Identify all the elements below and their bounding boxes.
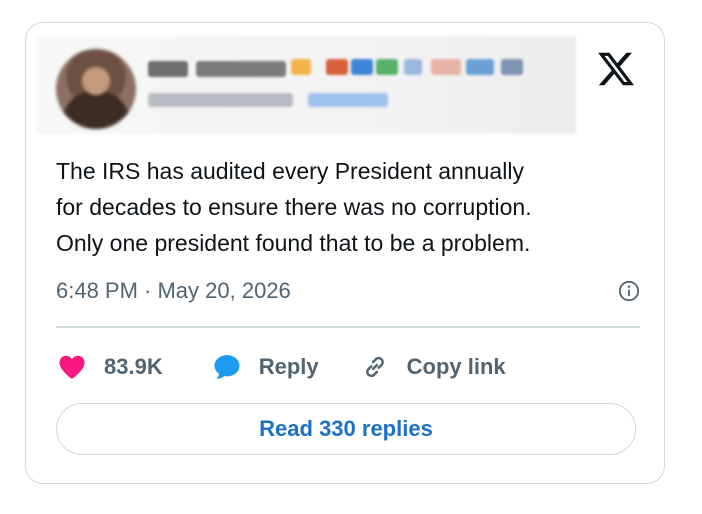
tweet-text-line: Only one president found that to be a pr… <box>56 230 531 256</box>
x-logo[interactable] <box>596 49 636 89</box>
heart-icon <box>59 355 85 379</box>
read-replies-button[interactable]: Read 330 replies <box>56 403 636 455</box>
divider <box>56 326 640 328</box>
tweet-embed-card: The IRS has audited every President annu… <box>25 22 665 484</box>
reply-label: Reply <box>258 354 319 379</box>
info-icon[interactable] <box>618 280 640 302</box>
tweet-text-line: for decades to ensure there was no corru… <box>56 194 532 220</box>
timestamp-link[interactable]: 6:48 PM · May 20, 2026 <box>56 278 291 304</box>
reply-bubble-icon <box>214 355 240 379</box>
tweet-actions: 83.9K Reply Copy link <box>56 349 506 385</box>
avatar[interactable] <box>56 49 136 129</box>
copy-link-label: Copy link <box>406 354 506 379</box>
copy-link-button[interactable]: Copy link <box>359 352 506 382</box>
link-icon <box>365 356 384 378</box>
like-button[interactable]: 83.9K <box>56 352 163 382</box>
tweet-meta: 6:48 PM · May 20, 2026 <box>56 276 640 306</box>
like-count: 83.9K <box>104 354 163 379</box>
reply-button[interactable]: Reply <box>211 352 319 382</box>
read-replies-label: Read 330 replies <box>259 416 433 441</box>
tweet-text-line: The IRS has audited every President annu… <box>56 158 524 184</box>
tweet-text: The IRS has audited every President annu… <box>56 153 636 261</box>
